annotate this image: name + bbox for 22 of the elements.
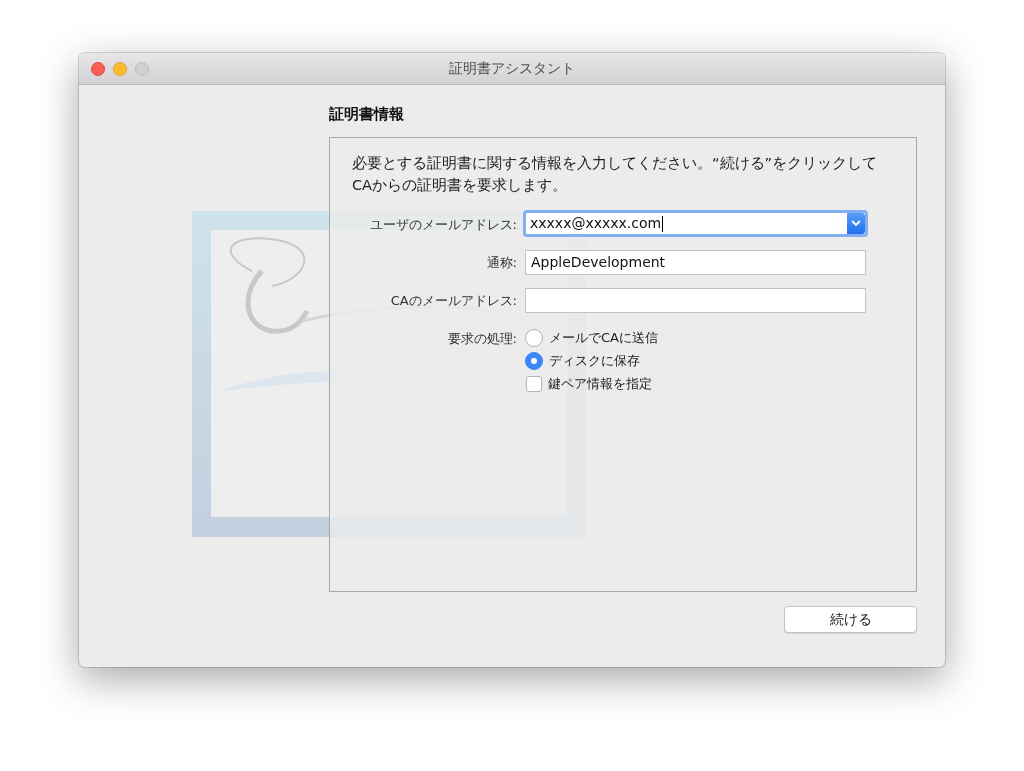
- radio-button[interactable]: [525, 329, 543, 347]
- field-label: 通称:: [485, 254, 517, 272]
- window-title: 証明書アシスタント: [449, 59, 575, 78]
- section-heading: 証明書情報: [329, 105, 405, 125]
- minimize-button[interactable]: [113, 61, 127, 76]
- close-button[interactable]: [91, 61, 105, 76]
- chevron-down-icon: [851, 220, 861, 227]
- dropdown-button[interactable]: [847, 213, 865, 234]
- field-label: 要求の処理:: [446, 330, 517, 348]
- radio-button[interactable]: [525, 352, 543, 370]
- radio-label[interactable]: ディスクに保存: [549, 352, 640, 370]
- input-field[interactable]: [525, 288, 866, 313]
- input-field[interactable]: AppleDevelopment: [525, 250, 866, 275]
- continue-button[interactable]: 続ける: [784, 606, 917, 633]
- checkbox-label[interactable]: 鍵ペア情報を指定: [548, 375, 652, 393]
- radio-label[interactable]: メールでCAに送信: [549, 329, 658, 347]
- field-label: CAのメールアドレス:: [389, 292, 517, 310]
- field-label: ユーザのメールアドレス:: [368, 216, 517, 234]
- checkbox[interactable]: [526, 376, 542, 392]
- zoom-button[interactable]: [135, 61, 149, 76]
- email-combo-box[interactable]: xxxxx@xxxxx.com: [523, 210, 868, 237]
- instructions-text: 必要とする証明書に関する情報を入力してください。“続ける”をクリックしてCAからの証明書を要求します。: [351, 154, 879, 195]
